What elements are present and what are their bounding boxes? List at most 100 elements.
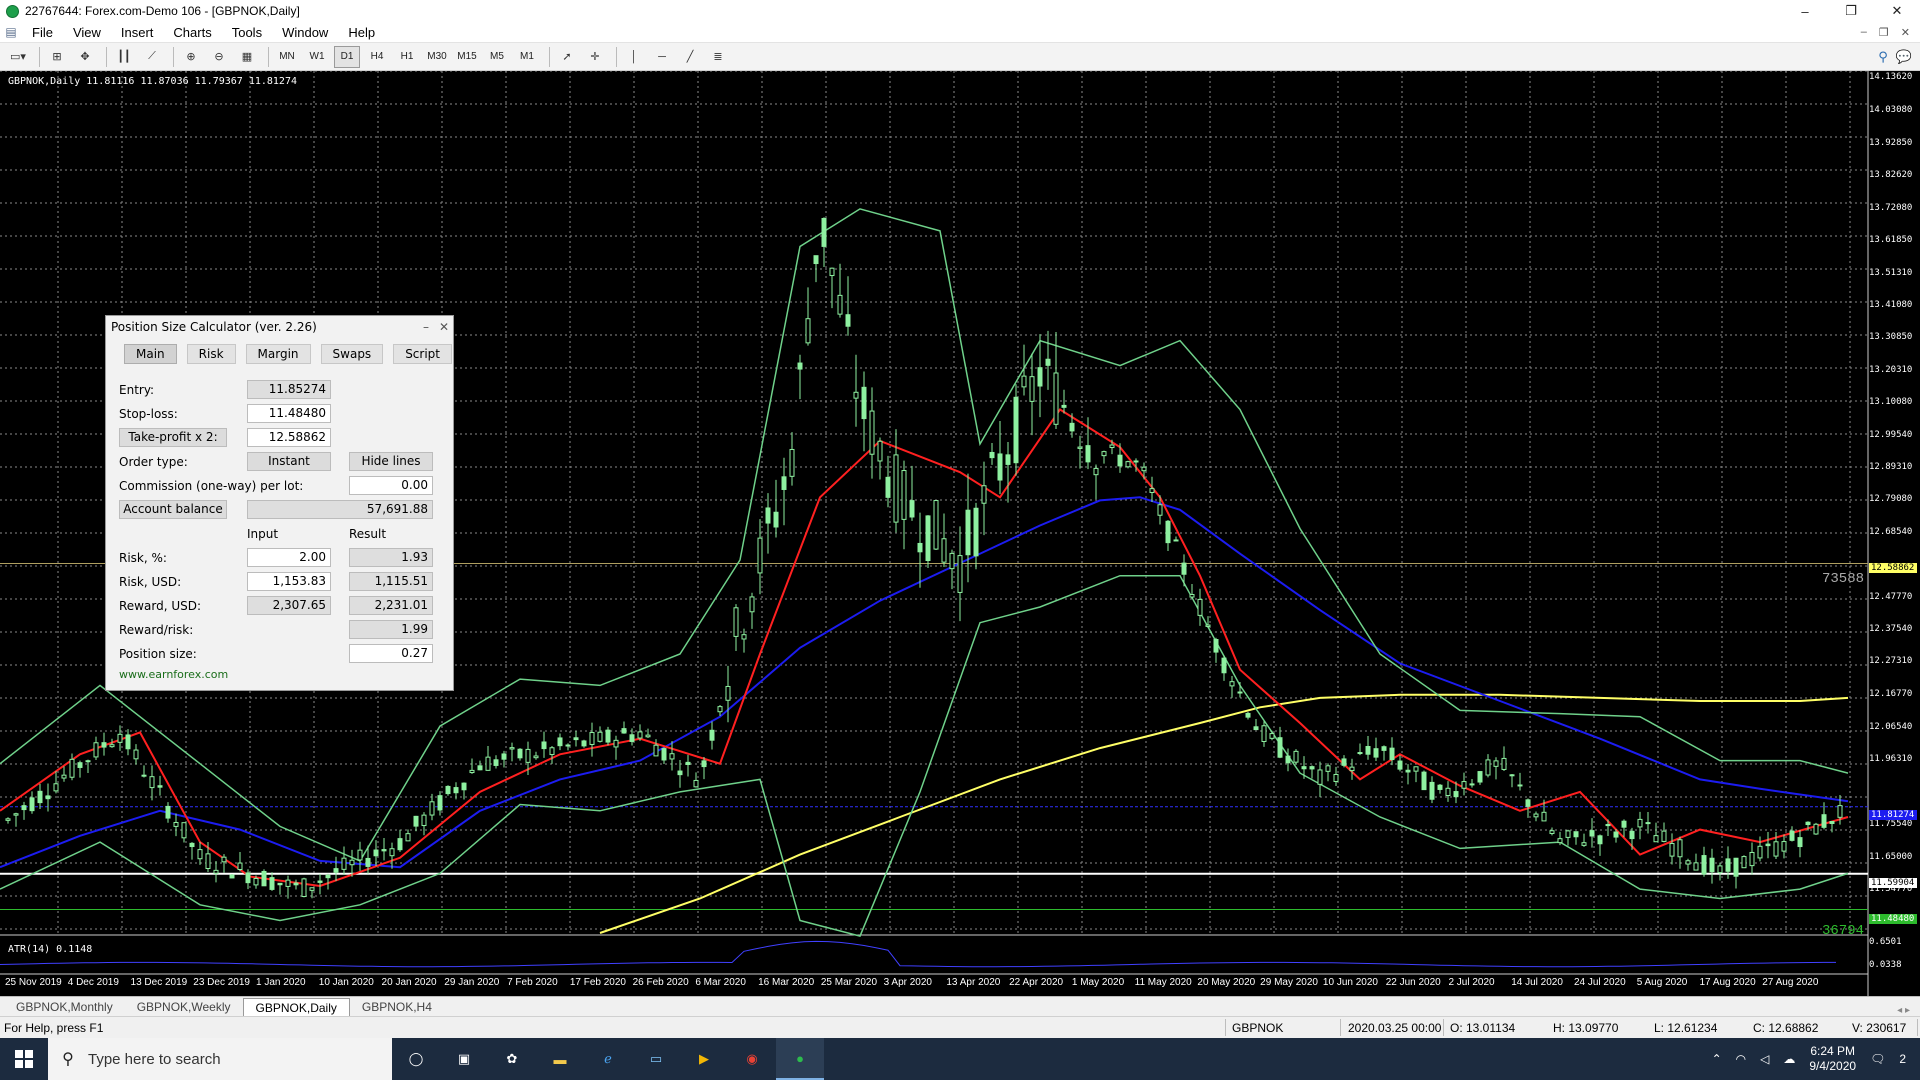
taskbar-search[interactable]: ⚲ Type here to search	[48, 1038, 392, 1080]
tab-script[interactable]: Script	[393, 344, 452, 364]
tab-gbpnok-daily[interactable]: GBPNOK,Daily	[242, 998, 350, 1016]
stop-loss-field[interactable]: 11.48480	[247, 404, 331, 423]
timeframe-m5[interactable]: M5	[484, 46, 510, 68]
vertical-line-icon[interactable]: │	[622, 46, 646, 68]
start-button[interactable]	[0, 1038, 48, 1080]
status-symbol: GBPNOK	[1232, 1021, 1284, 1035]
menu-tools[interactable]: Tools	[222, 22, 272, 43]
date-tick-label: 17 Feb 2020	[569, 977, 626, 988]
mdi-minimize-icon[interactable]: –	[1861, 26, 1867, 39]
take-profit-field[interactable]: 12.58862	[247, 428, 331, 447]
chrome-icon[interactable]: ◉	[728, 1038, 776, 1080]
media-app-icon[interactable]: ▣	[440, 1038, 488, 1080]
menu-insert[interactable]: Insert	[111, 22, 164, 43]
task-view-icon[interactable]: ◯	[392, 1038, 440, 1080]
status-close: C: 12.68862	[1753, 1021, 1819, 1035]
tab-risk[interactable]: Risk	[186, 344, 236, 364]
channel-icon[interactable]: ≣	[706, 46, 730, 68]
cloud-icon[interactable]: ☁	[1783, 1052, 1795, 1066]
search-icon: ⚲	[62, 1051, 74, 1068]
tab-gbpnok-h4[interactable]: GBPNOK,H4	[350, 998, 444, 1016]
tab-gbpnok-weekly[interactable]: GBPNOK,Weekly	[125, 998, 243, 1016]
psc-title-bar: Position Size Calculator (ver. 2.26) – ✕	[106, 316, 453, 338]
timeframe-w1[interactable]: W1	[304, 46, 330, 68]
wifi-icon[interactable]: ◠	[1736, 1052, 1746, 1066]
tab-scroll-arrows[interactable]: ◂ ▸	[1897, 1005, 1920, 1016]
date-tick-label: 1 Jan 2020	[256, 977, 306, 988]
timeframe-mn[interactable]: MN	[274, 46, 300, 68]
timeframe-h1[interactable]: H1	[394, 46, 420, 68]
take-profit-button[interactable]: Take-profit x 2:	[119, 428, 227, 447]
hide-lines-button[interactable]: Hide lines	[349, 452, 433, 471]
minimize-button[interactable]: –	[1782, 0, 1828, 22]
tab-margin[interactable]: Margin	[245, 344, 311, 364]
price-tick-label: 11.65000	[1869, 851, 1913, 862]
timeframe-m15[interactable]: M15	[454, 46, 480, 68]
risk-usd-input[interactable]: 1,153.83	[247, 572, 331, 591]
timeframe-m30[interactable]: M30	[424, 46, 450, 68]
file-explorer-icon[interactable]: ▬	[536, 1038, 584, 1080]
new-chart-icon[interactable]: ▭▾	[6, 46, 30, 68]
timeframe-m1[interactable]: M1	[514, 46, 540, 68]
take-profit-row: Take-profit x 2: 12.58862	[119, 428, 440, 448]
tab-main[interactable]: Main	[124, 344, 177, 364]
chevron-up-icon[interactable]: ⌃	[1712, 1052, 1722, 1066]
tab-swaps[interactable]: Swaps	[320, 344, 384, 364]
notification-icon[interactable]: 🗨	[1870, 1052, 1885, 1066]
price-tick-label: 11.96310	[1869, 753, 1913, 764]
volume-icon[interactable]: ◁	[1760, 1052, 1769, 1066]
remote-desktop-icon[interactable]: ▭	[632, 1038, 680, 1080]
menu-help[interactable]: Help	[338, 22, 385, 43]
crosshair-move-icon[interactable]: ✥	[73, 46, 97, 68]
bar-chart-icon[interactable]: ┃┃	[112, 46, 136, 68]
settings-app-icon[interactable]: ✿	[488, 1038, 536, 1080]
entry-field[interactable]: 11.85274	[247, 380, 331, 399]
mdi-restore-icon[interactable]: ❐	[1879, 26, 1889, 39]
trendline-icon[interactable]: ╱	[678, 46, 702, 68]
menu-window[interactable]: Window	[272, 22, 338, 43]
line-chart-icon[interactable]: ⟋	[140, 46, 164, 68]
commission-field[interactable]: 0.00	[349, 476, 433, 495]
earnforex-link[interactable]: www.earnforex.com	[119, 668, 228, 681]
minimize-icon[interactable]: –	[417, 320, 435, 334]
search-placeholder: Type here to search	[88, 1050, 221, 1068]
price-tick-label: 12.37540	[1869, 624, 1913, 635]
status-datetime: 2020.03.25 00:00	[1348, 1021, 1442, 1035]
crosshair-icon[interactable]: ✛	[583, 46, 607, 68]
search-icon[interactable]: ⚲	[1878, 49, 1888, 65]
timeframe-h4[interactable]: H4	[364, 46, 390, 68]
risk-pct-input[interactable]: 2.00	[247, 548, 331, 567]
account-balance-row: Account balance 57,691.88	[119, 500, 440, 520]
date-tick-label: 2 Jul 2020	[1448, 977, 1495, 988]
forex-app-icon[interactable]: ●	[776, 1038, 824, 1080]
mdi-close-icon[interactable]: ✕	[1901, 26, 1910, 39]
maximize-button[interactable]: ❐	[1828, 0, 1874, 22]
close-button[interactable]: ✕	[1874, 0, 1920, 22]
tab-gbpnok-monthly[interactable]: GBPNOK,Monthly	[4, 998, 125, 1016]
date-tick-label: 22 Jun 2020	[1385, 977, 1441, 988]
account-balance-button[interactable]: Account balance	[119, 500, 227, 519]
position-size-field[interactable]: 0.27	[349, 644, 433, 663]
zoom-out-icon[interactable]: ⊖	[207, 46, 231, 68]
date-tick-label: 11 May 2020	[1134, 977, 1192, 988]
menu-file[interactable]: File	[22, 22, 63, 43]
status-open: O: 13.01134	[1450, 1021, 1516, 1035]
plex-icon[interactable]: ▶	[680, 1038, 728, 1080]
cursor-icon[interactable]: ➚	[555, 46, 579, 68]
timeframe-d1[interactable]: D1	[334, 45, 360, 68]
chart-properties-icon[interactable]: ⊞	[45, 46, 69, 68]
price-tick-label: 13.92850	[1869, 137, 1913, 148]
menu-view[interactable]: View	[63, 22, 111, 43]
order-type-button[interactable]: Instant	[247, 452, 331, 471]
tile-windows-icon[interactable]: ▦	[235, 46, 259, 68]
edge-browser-icon[interactable]: ℯ	[584, 1038, 632, 1080]
mdi-controls: – ❐ ✕	[1861, 26, 1920, 39]
close-icon[interactable]: ✕	[435, 320, 453, 334]
clock[interactable]: 6:24 PM 9/4/2020	[1809, 1044, 1856, 1074]
menu-charts[interactable]: Charts	[163, 22, 221, 43]
toolbar-divider	[616, 46, 617, 67]
zoom-in-icon[interactable]: ⊕	[179, 46, 203, 68]
chat-icon[interactable]: 💬	[1896, 49, 1912, 65]
price-tick-label: 13.72080	[1869, 202, 1913, 213]
horizontal-line-icon[interactable]: ─	[650, 46, 674, 68]
